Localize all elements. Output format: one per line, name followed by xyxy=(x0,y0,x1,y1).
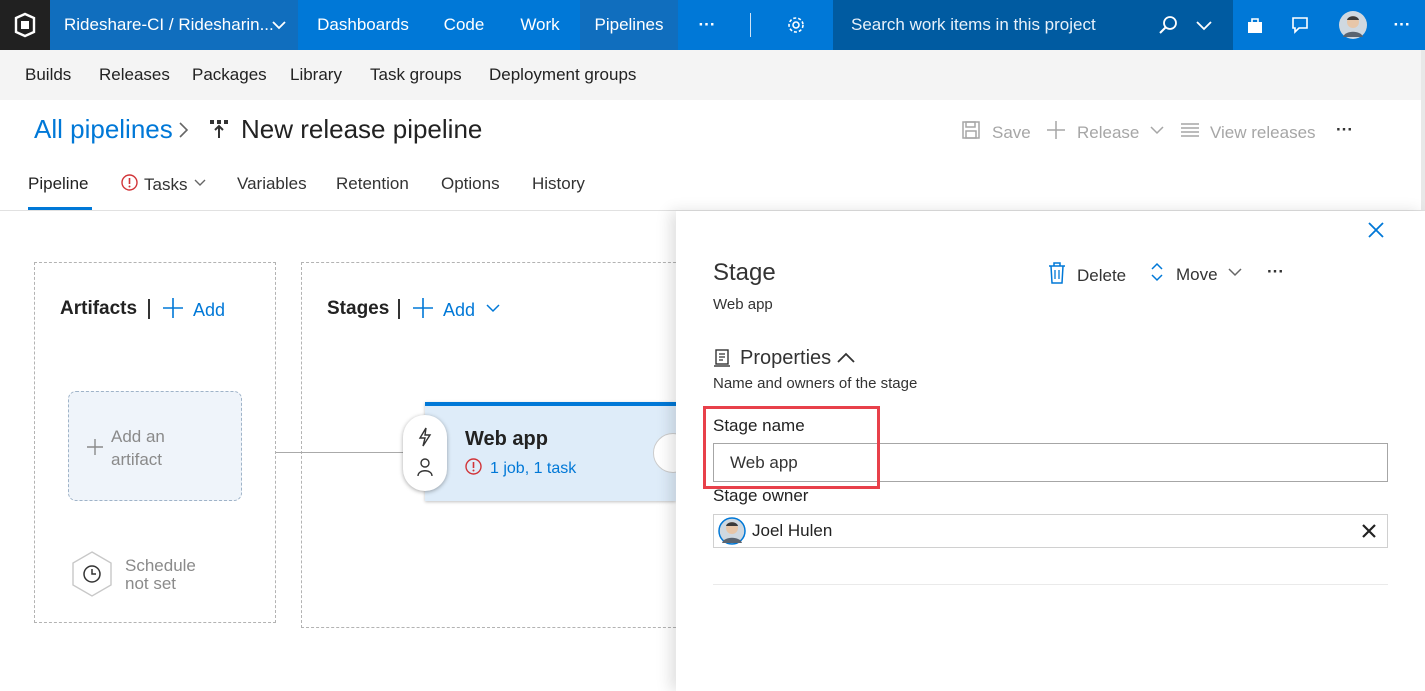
release-pipeline-icon xyxy=(208,118,230,145)
subnav-task-groups[interactable]: Task groups xyxy=(370,50,462,100)
plus-icon xyxy=(1046,120,1066,145)
project-selector[interactable]: Rideshare-CI / Ridesharin... xyxy=(50,0,298,50)
stage-card-web-app[interactable] xyxy=(425,402,676,501)
properties-section-description: Name and owners of the stage xyxy=(713,375,918,392)
properties-icon xyxy=(713,349,731,372)
stage-summary: 1 job, 1 task xyxy=(490,460,577,477)
chevron-up-icon[interactable] xyxy=(836,349,856,372)
save-label: Save xyxy=(992,122,1031,142)
error-icon xyxy=(465,458,482,480)
chevron-down-icon xyxy=(270,16,288,39)
tab-pipeline[interactable]: Pipeline xyxy=(28,174,89,194)
schedule-line2: not set xyxy=(125,574,177,593)
owner-avatar xyxy=(718,517,746,545)
divider xyxy=(148,299,150,319)
subnav-deployment-groups[interactable]: Deployment groups xyxy=(489,50,636,100)
stage-summary-link[interactable]: 1 job, 1 task xyxy=(465,458,576,480)
tab-tasks[interactable]: Tasks xyxy=(121,174,207,196)
account-more-button[interactable]: ··· xyxy=(1388,0,1416,50)
tab-retention[interactable]: Retention xyxy=(336,174,409,194)
save-icon xyxy=(961,120,981,145)
panel-divider xyxy=(713,584,1388,585)
nav-work[interactable]: Work xyxy=(505,0,575,50)
highlight-annotation-box xyxy=(703,406,880,489)
add-stage-label: Add xyxy=(443,300,476,320)
marketplace-bag-icon[interactable] xyxy=(1243,0,1267,50)
gear-icon[interactable] xyxy=(783,0,809,50)
delete-label: Delete xyxy=(1077,265,1127,285)
breadcrumb-all-pipelines[interactable]: All pipelines xyxy=(34,114,173,145)
schedule-line1: Schedule xyxy=(125,556,196,575)
plus-icon xyxy=(412,297,434,324)
add-stage-button[interactable]: Add xyxy=(412,297,501,324)
project-selector-label: Rideshare-CI / Ridesharin... xyxy=(64,15,274,34)
stage-conditions-pill[interactable] xyxy=(403,415,447,491)
panel-more-button[interactable]: ··· xyxy=(1267,262,1284,282)
nav-divider xyxy=(750,13,751,37)
add-artifact-text[interactable]: Add an artifact xyxy=(111,425,165,471)
schedule-clock-icon[interactable] xyxy=(70,550,114,603)
subnav-library[interactable]: Library xyxy=(290,50,342,100)
remove-owner-icon[interactable] xyxy=(1359,521,1379,546)
search-options-chevron-icon[interactable] xyxy=(1192,0,1216,50)
tab-variables[interactable]: Variables xyxy=(237,174,307,194)
stage-name[interactable]: Web app xyxy=(465,428,548,451)
up-down-arrow-icon xyxy=(1150,262,1164,287)
trash-icon xyxy=(1048,262,1066,289)
chevron-down-icon xyxy=(485,300,501,321)
azure-devops-logo-icon[interactable] xyxy=(0,0,50,50)
page-title: New release pipeline xyxy=(241,114,483,144)
chevron-down-icon xyxy=(1227,264,1243,285)
schedule-text[interactable]: Schedule not set xyxy=(125,557,196,593)
release-button[interactable]: Release xyxy=(1046,120,1165,145)
subnav-releases[interactable]: Releases xyxy=(99,50,170,100)
tab-tasks-label: Tasks xyxy=(144,175,188,194)
view-releases-label: View releases xyxy=(1210,122,1316,142)
delete-stage-button[interactable]: Delete xyxy=(1048,262,1126,289)
tab-options[interactable]: Options xyxy=(441,174,500,194)
release-label: Release xyxy=(1077,122,1140,142)
add-artifact-line2: artifact xyxy=(111,450,163,469)
divider xyxy=(398,299,400,319)
stage-owner-field[interactable]: Joel Hulen xyxy=(713,514,1388,548)
chevron-down-icon xyxy=(1149,122,1165,143)
nav-dashboards[interactable]: Dashboards xyxy=(300,0,426,50)
tab-history[interactable]: History xyxy=(532,174,585,194)
header-more-button[interactable]: ··· xyxy=(1336,120,1353,140)
move-stage-button[interactable]: Move xyxy=(1150,262,1243,287)
plus-icon xyxy=(162,297,184,324)
list-icon xyxy=(1180,120,1200,145)
panel-subtitle: Web app xyxy=(713,296,773,313)
artifacts-title: Artifacts xyxy=(60,298,138,319)
lightning-icon[interactable] xyxy=(415,427,435,452)
add-artifact-label: Add xyxy=(193,300,226,320)
search-icon[interactable] xyxy=(1155,0,1181,50)
panel-title: Stage xyxy=(713,259,776,286)
stage-owner-name: Joel Hulen xyxy=(752,521,833,540)
search-placeholder: Search work items in this project xyxy=(851,15,1096,34)
nav-code[interactable]: Code xyxy=(430,0,498,50)
move-label: Move xyxy=(1176,264,1218,284)
subnav-packages[interactable]: Packages xyxy=(192,50,267,100)
plus-icon xyxy=(86,438,104,461)
subnav-builds[interactable]: Builds xyxy=(25,50,71,100)
chevron-right-icon xyxy=(176,120,190,145)
view-releases-button[interactable]: View releases xyxy=(1180,120,1316,145)
feedback-icon[interactable] xyxy=(1288,0,1312,50)
properties-section-title[interactable]: Properties xyxy=(740,347,831,370)
stages-title: Stages xyxy=(327,298,390,319)
save-button[interactable]: Save xyxy=(961,120,1031,145)
add-artifact-button[interactable]: Add xyxy=(162,297,225,324)
stage-owner-label: Stage owner xyxy=(713,486,809,505)
nav-pipelines[interactable]: Pipelines xyxy=(580,0,678,50)
chevron-down-icon xyxy=(193,175,207,195)
person-icon[interactable] xyxy=(415,457,435,482)
error-icon xyxy=(121,174,138,196)
add-artifact-line1: Add an xyxy=(111,427,165,446)
close-icon[interactable] xyxy=(1366,220,1386,245)
nav-more-button[interactable]: ··· xyxy=(690,0,724,50)
user-avatar[interactable] xyxy=(1338,0,1368,50)
